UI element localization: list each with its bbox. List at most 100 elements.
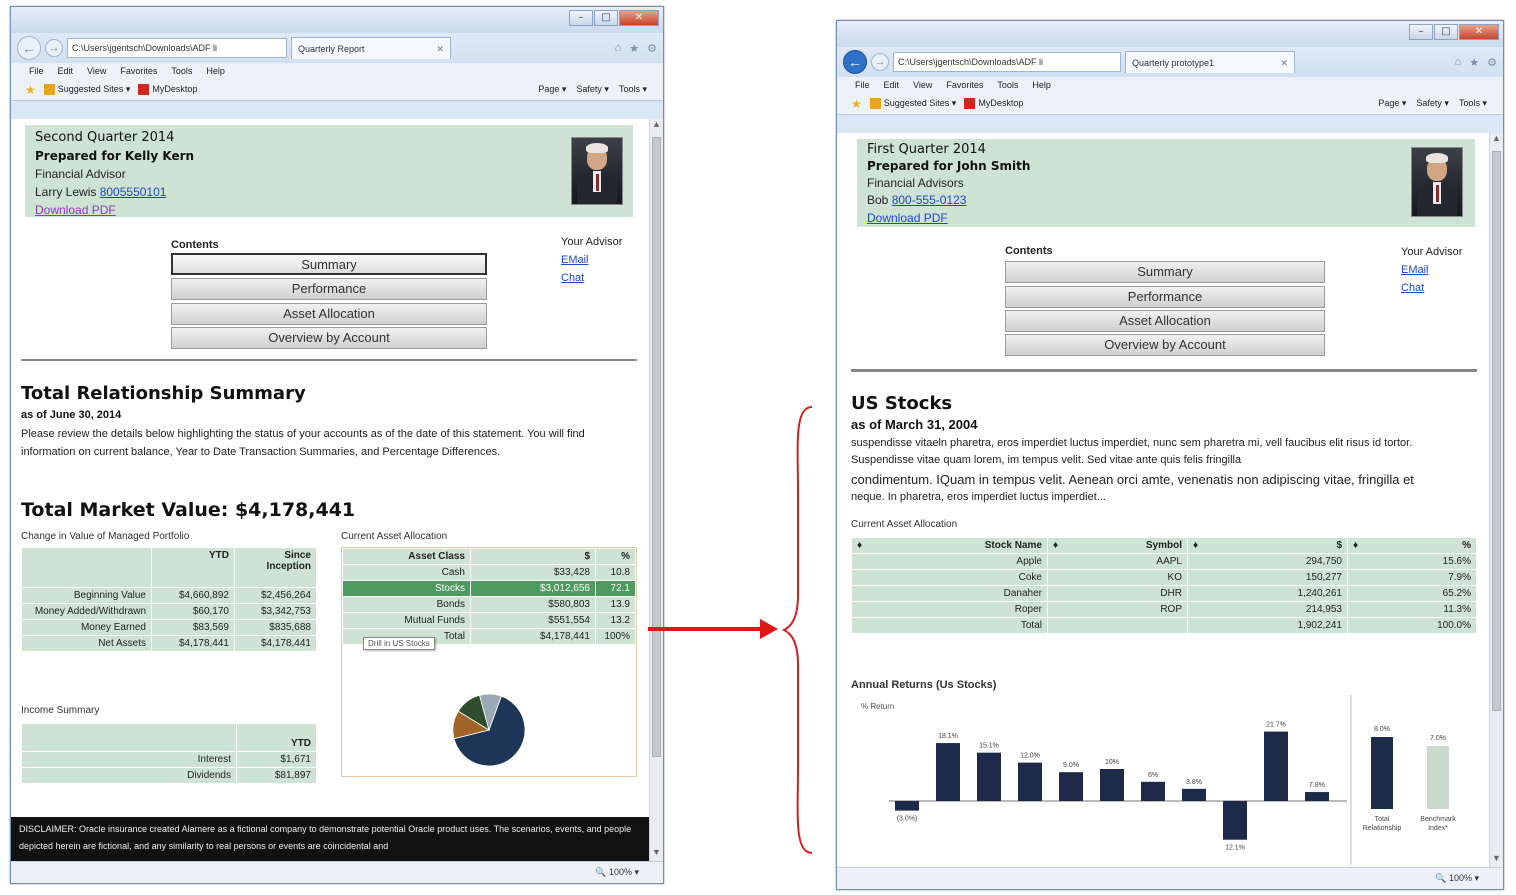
scroll-up-icon[interactable]: ▲ — [650, 119, 663, 133]
menu-edit[interactable]: Edit — [58, 66, 74, 76]
back-icon[interactable]: ← — [843, 50, 867, 74]
scroll-thumb[interactable] — [1492, 151, 1501, 711]
minimize-button[interactable]: – — [569, 10, 593, 26]
settings-gear-icon[interactable]: ⚙ — [1487, 56, 1497, 69]
suggested-sites-link[interactable]: Suggested Sites ▾ — [43, 84, 130, 96]
minimize-button[interactable]: – — [1409, 24, 1433, 40]
email-link[interactable]: EMail — [561, 254, 589, 266]
sort-icon[interactable]: ♦ — [1353, 540, 1358, 551]
close-tab-icon[interactable]: ✕ — [436, 39, 444, 59]
nav-asset-allocation-button[interactable]: Asset Allocation — [171, 303, 487, 325]
nav-overview-by-account-button[interactable]: Overview by Account — [171, 327, 487, 349]
scroll-thumb[interactable] — [652, 137, 661, 757]
mydesktop-link[interactable]: MyDesktop — [138, 84, 197, 96]
menu-tools[interactable]: Tools — [171, 66, 192, 76]
favorites-star-icon[interactable]: ★ — [25, 83, 36, 97]
forward-icon[interactable]: → — [871, 53, 889, 71]
menu-view[interactable]: View — [913, 80, 932, 90]
menu-tools[interactable]: Tools — [997, 80, 1018, 90]
bar-3 — [1018, 762, 1042, 801]
safety-menu[interactable]: Safety ▾ — [1416, 98, 1449, 109]
table-row-selected[interactable]: Stocks $3,012,656 72.1 — [342, 580, 636, 597]
favorites-star-icon[interactable]: ★ — [629, 42, 639, 55]
sort-icon[interactable]: ♦ — [857, 540, 862, 551]
menu-help[interactable]: Help — [1032, 80, 1051, 90]
maximize-button[interactable]: □ — [1434, 24, 1458, 40]
table-row[interactable]: Coke KO 150,277 7.9% — [851, 569, 1477, 586]
menu-file[interactable]: File — [29, 66, 44, 76]
symbol-header[interactable]: ♦ Symbol — [1047, 537, 1188, 554]
menu-file[interactable]: File — [855, 80, 870, 90]
close-button[interactable]: ✕ — [1459, 24, 1499, 40]
suggested-sites-link[interactable]: Suggested Sites ▾ — [869, 98, 956, 110]
nav-performance-button[interactable]: Performance — [1005, 286, 1325, 308]
cell-value: $33,428 — [470, 564, 596, 581]
email-link[interactable]: EMail — [1401, 264, 1429, 276]
address-bar[interactable]: C:\Users\jgentsch\Downloads\ADF li — [893, 52, 1121, 72]
tab-quarterly-prototype[interactable]: Quarterly prototype1 ✕ — [1125, 51, 1295, 73]
home-icon[interactable]: ⌂ — [1455, 56, 1462, 69]
page-menu[interactable]: Page ▾ — [1378, 98, 1406, 109]
download-pdf-link[interactable]: Download PDF — [35, 203, 116, 217]
menu-edit[interactable]: Edit — [884, 80, 900, 90]
scroll-down-icon[interactable]: ▼ — [1490, 853, 1503, 867]
table-header-cell: Since Inception — [234, 547, 317, 588]
asset-allocation-pie[interactable] — [449, 685, 529, 775]
sort-icon[interactable]: ♦ — [1193, 540, 1198, 551]
settings-gear-icon[interactable]: ⚙ — [647, 42, 657, 55]
zoom-level[interactable]: 100% — [609, 867, 632, 877]
menu-view[interactable]: View — [87, 66, 106, 76]
table-row: Money Added/Withdrawn $60,170 $3,342,753 — [21, 603, 317, 620]
table-row[interactable]: Danaher DHR 1,240,261 65.2% — [851, 585, 1477, 602]
stock-name-header[interactable]: ♦ Stock Name — [851, 537, 1048, 554]
row-label: Dividends — [21, 767, 237, 784]
close-tab-icon[interactable]: ✕ — [1280, 53, 1288, 73]
back-icon[interactable]: ← — [17, 36, 41, 60]
annual-returns-chart: % Return (3.0%) 18.1% 15.1% 12.0% 9.0% 10% 6% 3.… — [861, 702, 1347, 852]
page-menu[interactable]: Page ▾ — [538, 84, 566, 95]
nav-overview-by-account-button[interactable]: Overview by Account — [1005, 334, 1325, 356]
favorites-star-icon[interactable]: ★ — [851, 97, 862, 111]
safety-menu[interactable]: Safety ▾ — [576, 84, 609, 95]
tab-quarterly-report[interactable]: Quarterly Report ✕ — [291, 37, 451, 59]
zoom-level[interactable]: 100% — [1449, 873, 1472, 883]
menu-favorites[interactable]: Favorites — [120, 66, 157, 76]
advisor-phone-link[interactable]: 800-555-0123 — [892, 193, 967, 207]
vertical-scrollbar[interactable]: ▲ ▼ — [1489, 133, 1503, 867]
table-row[interactable]: Bonds $580,803 13.9 — [342, 596, 636, 613]
close-button[interactable]: ✕ — [619, 10, 659, 26]
nav-asset-allocation-button[interactable]: Asset Allocation — [1005, 310, 1325, 332]
advisor-phone-link[interactable]: 8005550101 — [100, 185, 167, 199]
address-bar[interactable]: C:\Users\jgentsch\Downloads\ADF li — [67, 38, 287, 58]
tools-menu[interactable]: Tools ▾ — [1459, 98, 1487, 109]
chat-link[interactable]: Chat — [561, 272, 584, 284]
amount-header[interactable]: ♦ $ — [1187, 537, 1348, 554]
scroll-down-icon[interactable]: ▼ — [650, 847, 663, 861]
table-row[interactable]: Roper ROP 214,953 11.3% — [851, 601, 1477, 618]
table-row[interactable]: Apple AAPL 294,750 15.6% — [851, 553, 1477, 570]
sort-icon[interactable]: ♦ — [1053, 540, 1058, 551]
nav-summary-button[interactable]: Summary — [1005, 261, 1325, 283]
tools-menu[interactable]: Tools ▾ — [619, 84, 647, 95]
home-icon[interactable]: ⌂ — [615, 42, 622, 55]
bar-label-0: (3.0%) — [897, 816, 918, 823]
divider — [851, 369, 1477, 372]
forward-icon[interactable]: → — [45, 39, 63, 57]
cell-value: $580,803 — [470, 596, 596, 613]
favorites-star-icon[interactable]: ★ — [1469, 56, 1479, 69]
scroll-up-icon[interactable]: ▲ — [1490, 133, 1503, 147]
download-pdf-link[interactable]: Download PDF — [867, 211, 948, 225]
table-row: Dividends $81,897 — [21, 767, 317, 784]
mydesktop-link[interactable]: MyDesktop — [964, 98, 1023, 110]
nav-summary-button[interactable]: Summary — [171, 253, 487, 275]
percent-header[interactable]: ♦% — [1347, 537, 1477, 554]
stock-percent: 100.0% — [1347, 617, 1477, 634]
table-row[interactable]: Cash $33,428 10.8 — [342, 564, 636, 581]
table-row[interactable]: Mutual Funds $551,554 13.2 — [342, 612, 636, 629]
menu-help[interactable]: Help — [206, 66, 225, 76]
maximize-button[interactable]: □ — [594, 10, 618, 26]
vertical-scrollbar[interactable]: ▲ ▼ — [649, 119, 663, 861]
nav-performance-button[interactable]: Performance — [171, 278, 487, 300]
chat-link[interactable]: Chat — [1401, 282, 1424, 294]
menu-favorites[interactable]: Favorites — [946, 80, 983, 90]
